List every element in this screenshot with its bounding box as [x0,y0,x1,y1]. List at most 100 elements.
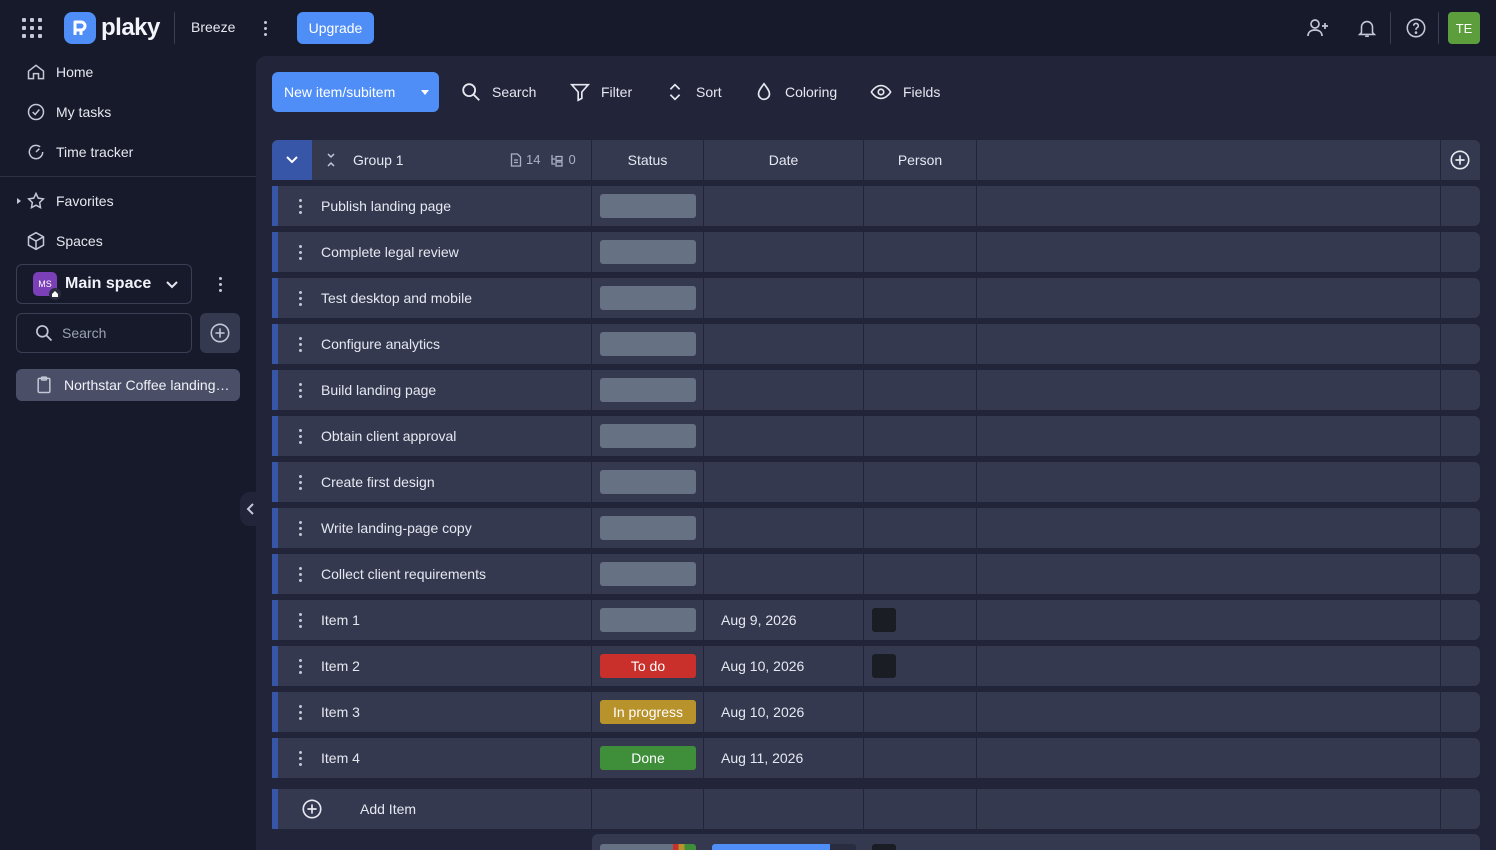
status-cell[interactable] [600,378,696,402]
table-row[interactable]: Write landing-page copy [272,508,1480,548]
date-cell[interactable]: Aug 10, 2026 [721,658,804,674]
sort-button[interactable]: Sort [664,72,722,112]
group-name[interactable]: Group 1 [353,152,404,168]
status-cell[interactable]: Done [600,746,696,770]
user-avatar[interactable]: TE [1448,12,1480,44]
row-menu-icon[interactable] [294,566,306,582]
status-cell[interactable] [600,608,696,632]
new-item-button[interactable]: New item/subitem [272,72,439,112]
column-divider [976,738,977,778]
item-name[interactable]: Configure analytics [321,336,440,352]
sidebar-board-item[interactable]: Northstar Coffee landing page [16,369,240,401]
date-cell[interactable]: Aug 9, 2026 [721,612,797,628]
status-cell[interactable] [600,332,696,356]
workspace-menu-icon[interactable] [256,18,274,38]
table-row[interactable]: Build landing page [272,370,1480,410]
item-name[interactable]: Item 3 [321,704,360,720]
item-name[interactable]: Item 4 [321,750,360,766]
row-menu-icon[interactable] [294,382,306,398]
space-menu-icon[interactable] [211,274,229,294]
column-divider [976,324,977,364]
column-divider [976,554,977,594]
row-menu-icon[interactable] [294,474,306,490]
plaky-logo[interactable]: plaky [64,12,160,44]
item-name[interactable]: Write landing-page copy [321,520,472,536]
item-name[interactable]: Collect client requirements [321,566,486,582]
status-cell[interactable] [600,424,696,448]
table-row[interactable]: Item 3 In progress Aug 10, 2026 [272,692,1480,732]
table-row[interactable]: Item 2 To do Aug 10, 2026 [272,646,1480,686]
status-cell[interactable] [600,562,696,586]
sidebar-item-home[interactable]: Home [16,54,240,90]
row-menu-icon[interactable] [294,428,306,444]
sidebar-item-spaces[interactable]: Spaces [16,223,240,259]
status-cell[interactable] [600,516,696,540]
row-menu-icon[interactable] [294,704,306,720]
table-row[interactable]: Item 4 Done Aug 11, 2026 [272,738,1480,778]
table-row[interactable]: Create first design [272,462,1480,502]
item-name[interactable]: Create first design [321,474,435,490]
date-cell[interactable]: Aug 11, 2026 [721,750,803,766]
item-name[interactable]: Test desktop and mobile [321,290,472,306]
droplet-icon [757,82,771,101]
item-name[interactable]: Item 2 [321,658,360,674]
item-name[interactable]: Complete legal review [321,244,459,260]
column-header-person[interactable]: Person [864,140,976,180]
search-tool-button[interactable]: Search [460,72,536,112]
help-icon[interactable] [1402,14,1430,42]
person-avatar[interactable] [872,608,896,632]
sidebar-item-time-tracker[interactable]: Time tracker [16,134,240,170]
status-cell[interactable] [600,470,696,494]
item-name[interactable]: Build landing page [321,382,436,398]
row-menu-icon[interactable] [294,520,306,536]
table-row[interactable]: Test desktop and mobile [272,278,1480,318]
table-row[interactable]: Collect client requirements [272,554,1480,594]
row-menu-icon[interactable] [294,336,306,352]
item-name[interactable]: Publish landing page [321,198,451,214]
apps-grid-icon[interactable] [22,18,42,38]
row-menu-icon[interactable] [294,244,306,260]
row-menu-icon[interactable] [294,750,306,766]
coloring-button[interactable]: Coloring [753,72,837,112]
sidebar-item-favorites[interactable]: Favorites [16,183,240,219]
table-row[interactable]: Configure analytics [272,324,1480,364]
sidebar-item-my-tasks[interactable]: My tasks [16,94,240,130]
filter-label: Filter [601,84,633,100]
status-cell[interactable]: In progress [600,700,696,724]
add-board-button[interactable] [200,313,240,353]
item-name[interactable]: Item 1 [321,612,360,628]
column-header-date[interactable]: Date [704,140,863,180]
status-cell[interactable]: To do [600,654,696,678]
status-cell[interactable] [600,240,696,264]
fields-button[interactable]: Fields [869,72,940,112]
invite-user-icon[interactable] [1304,14,1332,42]
row-menu-icon[interactable] [294,290,306,306]
add-column-button[interactable] [1440,140,1480,180]
column-header-status[interactable]: Status [592,140,703,180]
status-cell[interactable] [600,194,696,218]
upgrade-button[interactable]: Upgrade [297,12,374,44]
table-row[interactable]: Item 1 Aug 9, 2026 [272,600,1480,640]
item-name[interactable]: Obtain client approval [321,428,456,444]
person-avatar[interactable] [872,654,896,678]
table-row[interactable]: Publish landing page [272,186,1480,226]
bell-icon[interactable] [1353,14,1381,42]
row-menu-icon[interactable] [294,658,306,674]
space-selector[interactable]: MS Main space [16,264,192,304]
status-cell[interactable] [600,286,696,310]
filter-button[interactable]: Filter [569,72,632,112]
group-collapse-button[interactable] [272,140,312,180]
add-item-row[interactable]: Add Item [272,789,1480,829]
table-row[interactable]: Complete legal review [272,232,1480,272]
sidebar-search-input[interactable] [62,325,182,341]
sidebar-search[interactable] [16,313,192,353]
workspace-name[interactable]: Breeze [191,19,235,35]
column-divider [591,278,592,318]
column-divider [591,646,592,686]
table-row[interactable]: Obtain client approval [272,416,1480,456]
row-menu-icon[interactable] [294,198,306,214]
date-cell[interactable]: Aug 10, 2026 [721,704,804,720]
row-menu-icon[interactable] [294,612,306,628]
caret-down-icon[interactable] [421,90,429,95]
collapse-rows-icon[interactable] [326,153,336,167]
